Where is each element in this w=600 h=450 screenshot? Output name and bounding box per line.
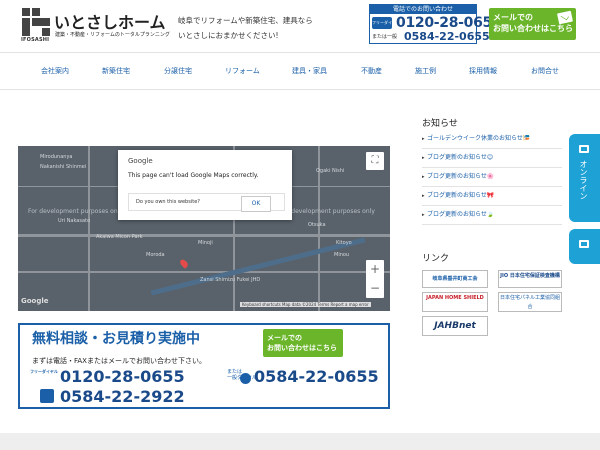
link-banner-panel[interactable]: 日本住宅パネル工業協同組合 (498, 292, 562, 312)
online-tab-label: オンライン (579, 160, 588, 200)
banner-subtitle: まずは電話・FAXまたはメールでお問い合わせ下さい。 (32, 357, 206, 365)
banner-mail-line-2: お問い合わせはこちら (267, 344, 337, 352)
news-heading: お知らせ (422, 119, 458, 129)
logo-mark[interactable] (22, 8, 50, 38)
logo-name[interactable]: いとさしホーム (54, 9, 166, 33)
place-label: Moroda (146, 252, 165, 258)
free-dial-number[interactable]: 0120-28-0655 (396, 15, 502, 31)
model-house-tab[interactable] (569, 229, 600, 264)
phone-label: 電話でのお問い合わせ (370, 5, 476, 14)
main-nav: 会社案内 新築住宅 分譲住宅 リフォーム 建具・家具 不動産 施工例 採用情報 … (0, 52, 600, 90)
mail-button-line-2: お問い合わせはこちら (493, 24, 573, 33)
phone-icon (240, 373, 251, 384)
nav-item-recruit[interactable]: 採用情報 (469, 66, 497, 76)
google-map[interactable]: Mirodunanya Nakanishi Shinmei Ogaki Nish… (18, 146, 390, 311)
nav-item-company[interactable]: 会社案内 (41, 66, 69, 76)
link-banner-jio[interactable]: JIO 日本住宅保証検査機構 (498, 270, 562, 288)
dev-notice: For development purposes only (28, 208, 123, 215)
banner-mail-button[interactable]: メールでの お問い合わせはこちら (263, 329, 343, 357)
footer-strip (0, 433, 600, 450)
banner-mail-line-1: メールでの (267, 334, 302, 342)
place-label: Ogaki Nishi (316, 168, 345, 174)
place-label: Zansi Shimizu Fukei JHD (200, 277, 261, 283)
fullscreen-icon[interactable]: ⛶ (366, 152, 384, 170)
news-item[interactable]: ブログ更新のお知らせ🌸 (422, 168, 562, 187)
nav-item-contact[interactable]: お問合せ (531, 66, 559, 76)
news-item[interactable]: ゴールデンウイーク休業のお知らせ🎏 (422, 130, 562, 149)
zoom-control: + − (366, 260, 384, 298)
dialog-error-message: This page can't load Google Maps correct… (128, 172, 259, 179)
general-phone-number[interactable]: 0584-22-0655 (404, 30, 490, 43)
banner-title: 無料相談・お見積り実施中 (32, 331, 200, 347)
logo-abbreviation: IFOSASHI (21, 37, 50, 43)
home-icon (579, 240, 589, 248)
place-label: Minou (334, 252, 350, 258)
nav-item-new-homes[interactable]: 新築住宅 (102, 66, 130, 76)
nav-item-subdivisions[interactable]: 分譲住宅 (164, 66, 192, 76)
consultation-banner: 無料相談・お見積り実施中 まずは電話・FAXまたはメールでお問い合わせ下さい。 … (18, 323, 390, 409)
place-label: Akaiwa Micon Park (96, 234, 143, 240)
link-banner-jahbnet[interactable]: JAHBnet (422, 316, 488, 336)
free-dial-tag: フリーダイヤル (30, 369, 58, 374)
place-label: Mirodunanya (40, 154, 73, 160)
dialog-google-label: Google (128, 157, 153, 165)
nav-item-works[interactable]: 施工例 (415, 66, 436, 76)
links-heading: リンク (422, 254, 450, 264)
link-banner-chamber[interactable]: 岐阜県垂井町商工会 (422, 270, 488, 288)
nav-item-fittings[interactable]: 建具・家具 (292, 66, 327, 76)
google-logo: Google (21, 297, 49, 305)
intro-line-1: 岐阜でリフォームや新築住宅、建具なら (178, 16, 313, 25)
place-label: Kitoyo (336, 240, 352, 246)
place-label: Minoji (198, 240, 213, 246)
banner-general-phone[interactable]: 0584-22-0655 (254, 367, 379, 386)
place-label: Nakanishi Shinmei (40, 164, 87, 170)
map-pin-icon[interactable] (178, 258, 190, 269)
monitor-icon (579, 145, 589, 153)
free-dial-icon: フリーダイヤル (372, 17, 392, 37)
link-banner-home-shield[interactable]: JAPAN HOME SHIELD (422, 292, 488, 312)
news-item[interactable]: ブログ更新のお知らせ🍃 (422, 206, 562, 225)
nav-item-reform[interactable]: リフォーム (225, 66, 260, 76)
place-label: Uri Nakasato (58, 218, 91, 224)
map-footer-links[interactable]: Keyboard shortcuts Map data ©2024 Terms … (240, 302, 371, 307)
banner-fax-number: 0584-22-2922 (60, 387, 185, 406)
zoom-in-button[interactable]: + (366, 260, 384, 279)
news-item[interactable]: ブログ更新のお知らせ😊 (422, 149, 562, 168)
logo-tagline: 建築・不動産・リフォームのトータルプランニング (55, 32, 170, 38)
header-intro: 岐阜でリフォームや新築住宅、建具なら いとさしにおまかせください! (178, 13, 313, 43)
place-label: Otsuka (308, 222, 326, 228)
news-list: ゴールデンウイーク休業のお知らせ🎏 ブログ更新のお知らせ😊 ブログ更新のお知らせ… (422, 130, 562, 225)
dialog-ok-button[interactable]: OK (241, 196, 271, 212)
intro-line-2: いとさしにおまかせください! (178, 31, 279, 40)
phone-contact-box: 電話でのお問い合わせ フリーダイヤル 0120-28-0655 または一般 05… (369, 4, 502, 44)
general-phone-label: または一般 (372, 34, 398, 40)
news-item[interactable]: ブログ更新のお知らせ🎀 (422, 187, 562, 206)
dev-notice: For development purposes only (280, 208, 375, 215)
map-error-dialog: Google This page can't load Google Maps … (118, 150, 292, 220)
online-consultation-tab[interactable]: オンライン (569, 134, 600, 222)
site-header: IFOSASHI いとさしホーム 建築・不動産・リフォームのトータルプランニング… (0, 0, 600, 52)
nav-item-real-estate[interactable]: 不動産 (361, 66, 382, 76)
fax-icon (40, 389, 54, 403)
mail-contact-button[interactable]: メールでの お問い合わせはこちら (489, 8, 576, 40)
banner-free-dial[interactable]: 0120-28-0655 (60, 367, 185, 386)
zoom-out-button[interactable]: − (366, 279, 384, 298)
